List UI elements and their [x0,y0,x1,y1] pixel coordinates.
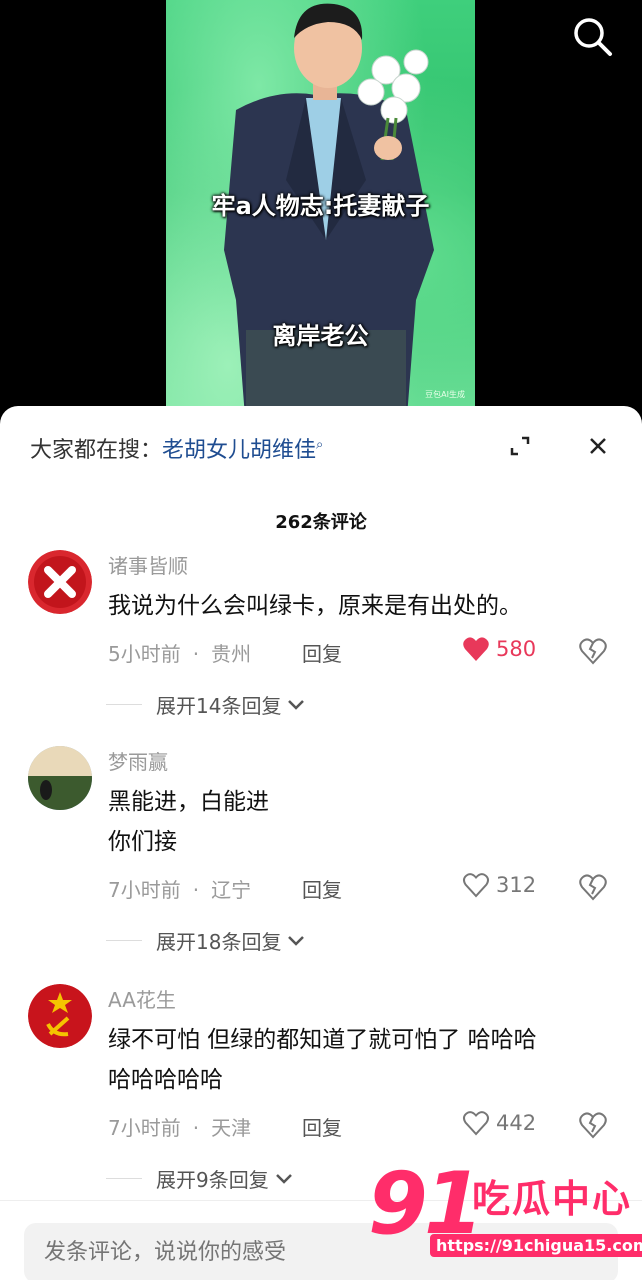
comment-text-line: 绿不可怕 但绿的都知道了就可怕了 哈哈哈 [108,1027,537,1053]
comment-location: 辽宁 [211,878,252,902]
chevron-down-icon [288,935,305,946]
reply-button[interactable]: 回复 [302,1112,342,1141]
comment-username[interactable]: 诸事皆顺 [108,550,188,579]
avatar[interactable] [28,984,92,1048]
comment-text-line: 你们接 [108,829,177,855]
expand-replies-label: 展开18条回复 [156,930,282,954]
reply-button[interactable]: 回复 [302,874,342,903]
dislike-button[interactable] [578,872,608,902]
hot-search-bar[interactable]: 大家都在搜：老胡女儿胡维佳⌕ [30,432,323,464]
comment-username[interactable]: 梦雨赢 [108,746,168,775]
close-button[interactable] [578,426,618,466]
comment-username[interactable]: AA花生 [108,984,176,1013]
chevron-down-icon [275,1173,292,1184]
avatar[interactable] [28,550,92,614]
comment-text: 我说为什么会叫绿卡，原来是有出处的。 [108,586,618,626]
comment-meta: 7小时前 · 辽宁 [108,878,252,902]
watermark: 91 吃瓜中心 https://91chigua15.com [368,1154,642,1280]
like-button[interactable]: 312 [462,872,536,898]
expand-replies-button[interactable]: 展开14条回复 [106,690,307,719]
video-overlay-title: 牢a人物志:托妻献子 [211,192,430,220]
close-icon [590,438,606,454]
comment-count: 262条评论 [275,512,367,533]
dislike-button[interactable] [578,636,608,666]
expand-replies-label: 展开9条回复 [156,1168,269,1192]
like-button[interactable]: 580 [462,636,536,662]
video-overlay-subtitle: 离岸老公 [272,322,369,350]
broken-heart-icon [579,874,607,901]
red-emblem-avatar-icon [28,984,92,1048]
avatar[interactable] [28,746,92,810]
watermark-url: https://91chigua15.com [430,1234,642,1257]
comment-text: 黑能进，白能进 你们接 [108,782,618,862]
comment-text-line: 我说为什么会叫绿卡，原来是有出处的。 [108,593,522,619]
search-button[interactable] [570,14,614,58]
hot-search-magnifier-icon: ⌕ [316,437,324,453]
comment-text-line: 哈哈哈哈哈 [108,1067,223,1093]
heart-outline-icon [463,1111,489,1136]
reply-button[interactable]: 回复 [302,638,342,667]
expand-replies-button[interactable]: 展开18条回复 [106,926,307,955]
like-count: 442 [496,1111,537,1135]
ai-generated-label: 豆包AI生成 [425,390,465,399]
search-icon [574,18,612,56]
video-frame: 牢a人物志:托妻献子 离岸老公 豆包AI生成 [166,0,475,430]
watermark-name: 吃瓜中心 [472,1177,633,1221]
broken-heart-icon [579,638,607,665]
comment-location: 贵州 [211,642,252,666]
comment-time: 7小时前 [108,878,181,902]
broken-heart-icon [579,1112,607,1139]
comment-time: 5小时前 [108,642,181,666]
comment-meta: 5小时前 · 贵州 [108,642,252,666]
landscape-avatar-icon [28,746,92,810]
like-count: 312 [496,873,537,897]
comment-meta: 7小时前 · 天津 [108,1116,252,1140]
hot-search-prefix: 大家都在搜： [30,438,163,463]
red-x-avatar-icon [28,550,92,614]
like-count: 580 [496,637,537,661]
like-button[interactable]: 442 [462,1110,536,1136]
expand-replies-label: 展开14条回复 [156,694,282,718]
heart-filled-icon [463,637,489,661]
expand-replies-button[interactable]: 展开9条回复 [106,1164,295,1193]
hot-search-keyword[interactable]: 老胡女儿胡维佳 [162,438,316,463]
comment-text: 绿不可怕 但绿的都知道了就可怕了 哈哈哈 哈哈哈哈哈 [108,1020,618,1100]
comment-time: 7小时前 [108,1116,181,1140]
expand-icon [510,436,530,456]
comment-text-line: 黑能进，白能进 [108,789,269,815]
comment-sheet: 大家都在搜：老胡女儿胡维佳⌕ 262条评论 诸事皆顺 我说为什么会叫绿卡，原来是… [0,406,642,1280]
video-player[interactable]: 牢a人物志:托妻献子 离岸老公 豆包AI生成 [0,0,642,430]
dislike-button[interactable] [578,1110,608,1140]
comment-location: 天津 [211,1116,252,1140]
chevron-down-icon [288,699,305,710]
heart-outline-icon [463,873,489,898]
expand-button[interactable] [500,426,540,466]
